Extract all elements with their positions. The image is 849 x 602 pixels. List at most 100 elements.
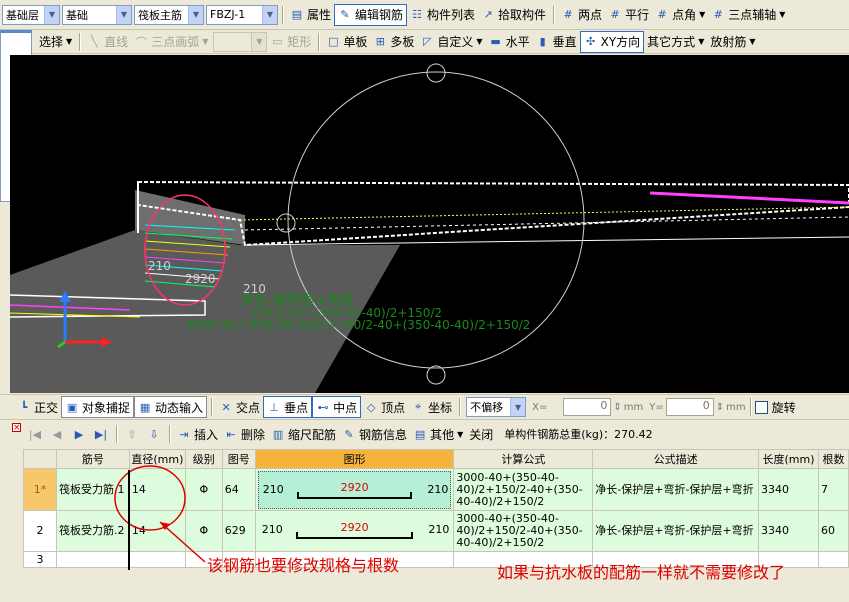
cell-shape-no[interactable]: 64 [221,468,256,511]
viewport-canvas[interactable]: 210 2920 210 净长-保护层+弯折 150/2-40+(350-40-… [10,55,849,393]
rebar-info-button[interactable]: ✎ 钢筋信息 [339,423,410,445]
perpendicular-snap-button[interactable]: ⊥ 垂点 [263,396,313,418]
point-angle-axis-button[interactable]: # 点角 ▼ [652,4,708,26]
table-row[interactable]: 1* 筏板受力筋.1 14 Φ 64 210 2920 210 3000-40+… [23,468,849,511]
close-button[interactable]: 关闭 [466,423,496,445]
last-record-icon[interactable]: ▶| [90,428,112,441]
member-list-button[interactable]: ☷ 构件列表 [407,4,478,26]
dropdown-arrow-icon[interactable]: ▼ [699,10,705,19]
prev-record-icon[interactable]: ◀ [46,428,68,441]
dropdown-arrow-icon[interactable]: ▼ [749,37,755,46]
y-stepper-icon[interactable]: ⇕ [716,402,724,413]
rotate-checkbox[interactable] [754,400,768,414]
cell-length[interactable]: 3340 [758,510,819,552]
cell-shape[interactable]: 210 2920 210 [254,468,455,511]
dropdown-arrow-icon[interactable]: ▼ [66,37,72,46]
cell-count[interactable]: 60 [817,510,849,552]
row-index[interactable]: 3 [23,551,57,568]
move-down-icon[interactable]: ⇩ [143,428,165,441]
horizontal-button[interactable]: ▬ 水平 [486,31,533,53]
other-button[interactable]: ▤ 其他 ▼ [410,423,466,445]
cell-formula[interactable]: 3000-40+(350-40-40)/2+150/2-40+(350-40-4… [453,510,594,552]
other-methods-button[interactable]: 其它方式 ▼ [644,31,707,53]
object-snap-button[interactable]: ▣ 对象捕捉 [61,396,135,418]
line-button[interactable]: ╲ 直线 [84,31,131,53]
intersection-snap-button[interactable]: ✕ 交点 [216,396,263,418]
chevron-down-icon[interactable]: ▼ [44,5,59,24]
cell-diameter[interactable]: 14 [128,510,186,552]
y-coordinate-input[interactable]: 0 [665,398,714,416]
member-type-select[interactable]: 筏板主筋 ▼ [134,4,204,25]
chevron-down-icon[interactable]: ▼ [116,5,131,24]
offset-select[interactable]: 不偏移 ▼ [466,397,527,417]
midpoint-snap-button[interactable]: ⊷ 中点 [312,396,362,418]
header-diameter[interactable]: 直径(mm) [128,449,186,469]
x-stepper-icon[interactable]: ⇕ [613,402,621,413]
layer-select[interactable]: 基础层 ▼ [2,4,60,25]
cell-count[interactable] [817,551,849,568]
cell-formula-desc[interactable]: 净长-保护层+弯折-保护层+弯折 [592,468,760,511]
header-formula-desc[interactable]: 公式描述 [592,449,760,469]
vertical-button[interactable]: ▮ 垂直 [533,31,580,53]
table-row[interactable]: 2 筏板受力筋.2 14 Φ 629 210 2920 210 3000-40+… [23,510,849,552]
shape-left-length[interactable]: 210 [262,524,283,536]
xy-direction-button[interactable]: ✣ XY方向 [579,30,645,53]
rebar-shape-diagram[interactable]: 210 2920 210 [258,512,452,550]
cell-count[interactable]: 7 [817,468,849,511]
cell-length[interactable]: 3340 [758,468,819,511]
two-point-axis-button[interactable]: # 两点 [558,4,605,26]
header-rebar-no[interactable]: 筋号 [55,449,130,469]
header-formula[interactable]: 计算公式 [453,449,594,469]
three-point-axis-button[interactable]: # 三点辅轴 ▼ [708,4,788,26]
coordinate-snap-button[interactable]: ⌖ 坐标 [408,396,455,418]
radial-rebar-button[interactable]: 放射筋 ▼ [707,31,758,53]
next-record-icon[interactable]: ▶ [68,428,90,441]
three-point-arc-button[interactable]: ⌒ 三点画弧 ▼ [131,31,211,53]
shape-right-length[interactable]: 210 [428,524,449,536]
cell-formula-desc[interactable]: 净长-保护层+弯折-保护层+弯折 [592,510,760,552]
chevron-down-icon[interactable]: ▼ [188,5,203,24]
cell-diameter[interactable] [128,551,186,568]
row-index[interactable]: 2 [23,510,57,552]
x-coordinate-input[interactable]: 0 [563,398,612,416]
ortho-button[interactable]: ┗ 正交 [14,396,61,418]
chevron-down-icon[interactable]: ▼ [510,398,526,416]
multi-slab-button[interactable]: ⊞ 多板 [370,31,417,53]
member-name-select[interactable]: FBZJ-1 ▼ [206,4,278,25]
shape-right-length[interactable]: 210 [427,483,448,496]
cell-rebar-name[interactable] [55,551,130,568]
properties-button[interactable]: ▤ 属性 [287,4,334,26]
parallel-axis-button[interactable]: # 平行 [605,4,652,26]
close-panel-icon[interactable]: × [12,423,21,433]
header-shape[interactable]: 图形 [254,449,455,469]
shape-left-length[interactable]: 210 [263,483,284,496]
vertex-snap-button[interactable]: ◇ 顶点 [361,396,408,418]
insert-button[interactable]: ⇥ 插入 [174,423,221,445]
dropdown-arrow-icon[interactable]: ▼ [476,37,482,46]
custom-button[interactable]: ◸ 自定义 ▼ [417,31,485,53]
cell-diameter[interactable]: 14 [128,468,186,511]
cell-grade[interactable]: Φ [184,468,223,511]
chevron-down-icon[interactable]: ▼ [262,5,277,24]
header-length[interactable]: 长度(mm) [758,449,819,469]
header-shape-no[interactable]: 图号 [221,449,256,469]
rotate-handle-bottom[interactable] [426,365,446,385]
delete-button[interactable]: ⇤ 删除 [221,423,268,445]
header-count[interactable]: 根数 [817,449,849,469]
dropdown-arrow-icon[interactable]: ▼ [457,430,463,439]
dropdown-arrow-icon[interactable]: ▼ [202,37,208,46]
category-select[interactable]: 基础 ▼ [62,4,132,25]
cell-grade[interactable]: Φ [184,510,223,552]
edit-rebar-button[interactable]: ✎ 编辑钢筋 [334,3,408,26]
cell-shape-no[interactable]: 629 [221,510,256,552]
first-record-icon[interactable]: |◀ [24,428,46,441]
pick-member-button[interactable]: ↗ 拾取构件 [478,4,549,26]
dropdown-arrow-icon[interactable]: ▼ [698,37,704,46]
select-button[interactable]: 选择 ▼ [36,31,75,53]
header-grade[interactable]: 级别 [184,449,223,469]
dynamic-input-button[interactable]: ▦ 动态输入 [134,396,208,418]
single-slab-button[interactable]: □ 单板 [323,31,370,53]
cell-rebar-name[interactable]: 筏板受力筋.1 [55,468,130,511]
rotate-handle-top[interactable] [426,63,446,83]
cell-formula[interactable]: 3000-40+(350-40-40)/2+150/2-40+(350-40-4… [453,468,594,511]
